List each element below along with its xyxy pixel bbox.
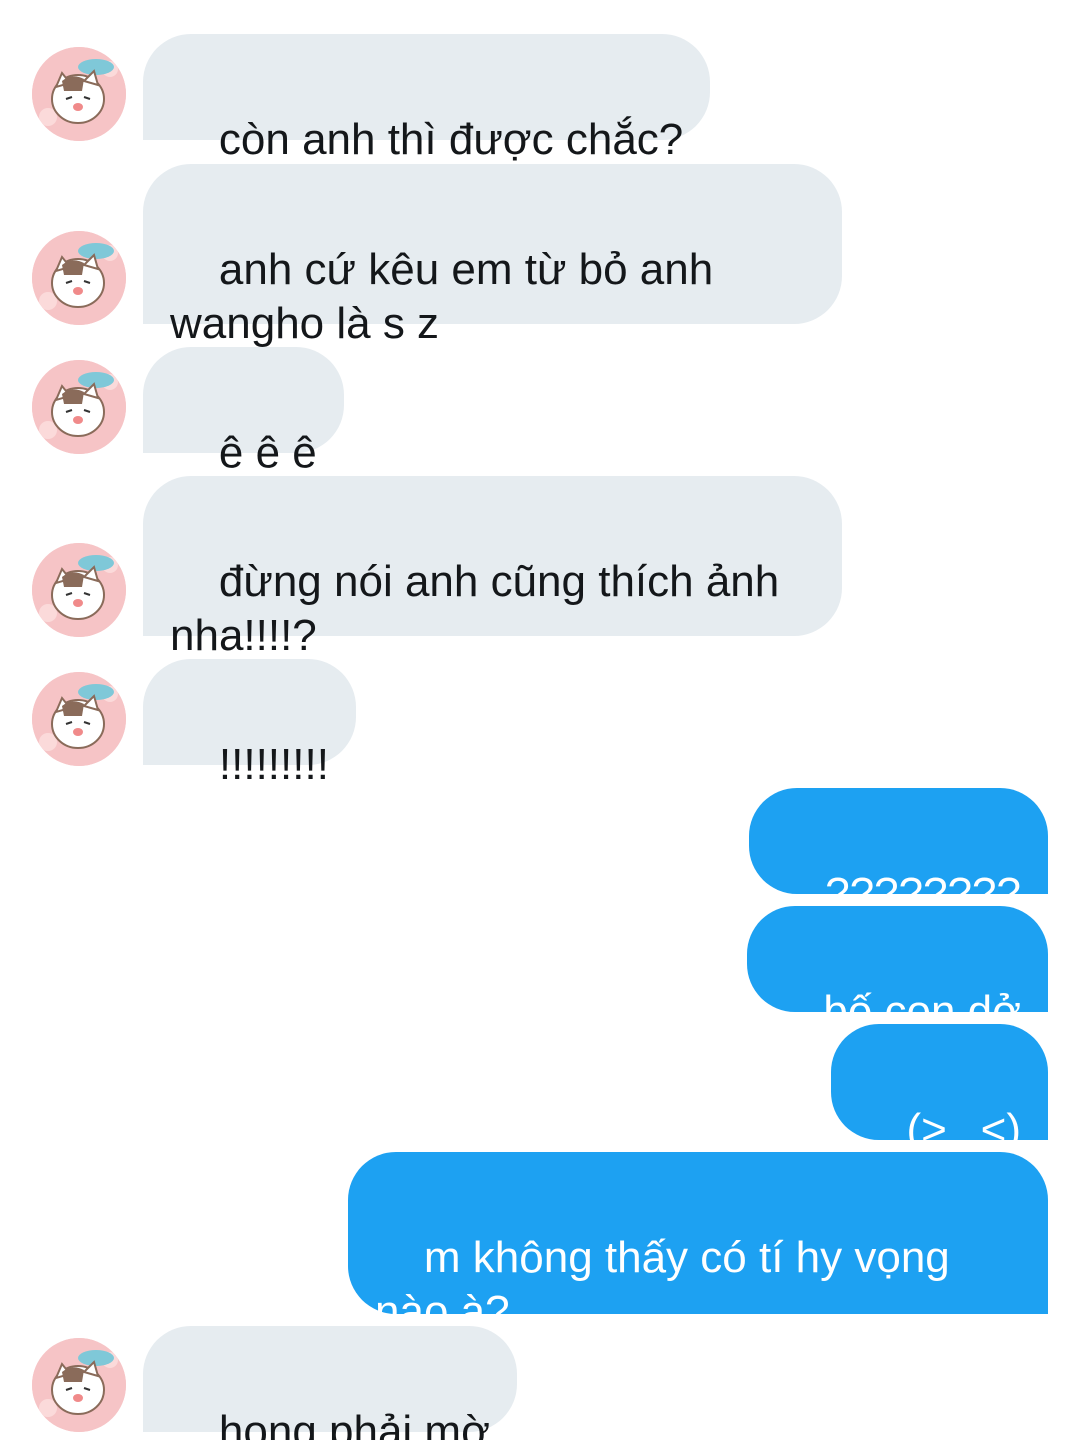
received-message[interactable]: còn anh thì được chắc? <box>143 34 711 164</box>
message-text: đừng nói anh cũng thích ảnh nha!!!!? <box>170 557 792 660</box>
message-thread: còn anh thì được chắc? anh cứ kêu em từ … <box>0 0 1080 1440</box>
contact-avatar[interactable] <box>32 672 126 766</box>
message-text: hong phải mờ <box>218 1407 490 1440</box>
message-text: ê ê ê <box>218 428 317 477</box>
cat-avatar-icon <box>32 672 126 766</box>
received-message[interactable]: hong phải mờ <box>143 1326 517 1440</box>
received-message[interactable]: anh cứ kêu em từ bỏ anh wangho là s z <box>143 164 842 348</box>
message-text: còn anh thì được chắc? <box>218 115 684 164</box>
message-text: (>▂<) <box>906 1105 1021 1154</box>
received-message[interactable]: ê ê ê <box>143 347 344 477</box>
cat-avatar-icon <box>32 543 126 637</box>
cat-avatar-icon <box>32 1338 126 1432</box>
received-message[interactable]: đừng nói anh cũng thích ảnh nha!!!!? <box>143 476 842 660</box>
cat-avatar-icon <box>32 360 126 454</box>
contact-avatar[interactable] <box>32 47 126 141</box>
cat-avatar-icon <box>32 47 126 141</box>
contact-avatar[interactable] <box>32 360 126 454</box>
message-text: m không thấy có tí hy vọng nào à? <box>375 1233 962 1336</box>
message-text: anh cứ kêu em từ bỏ anh wangho là s z <box>170 245 726 348</box>
sent-message[interactable]: bố con dở <box>747 906 1048 1036</box>
sent-message[interactable]: (>▂<) <box>830 1024 1048 1154</box>
contact-avatar[interactable] <box>32 543 126 637</box>
message-text: !!!!!!!!! <box>218 740 329 789</box>
received-message[interactable]: !!!!!!!!! <box>143 659 356 789</box>
contact-avatar[interactable] <box>32 1338 126 1432</box>
sent-message[interactable]: ???????? <box>749 788 1048 918</box>
sent-message[interactable]: m không thấy có tí hy vọng nào à? <box>348 1152 1048 1336</box>
contact-avatar[interactable] <box>32 231 126 325</box>
cat-avatar-icon <box>32 231 126 325</box>
